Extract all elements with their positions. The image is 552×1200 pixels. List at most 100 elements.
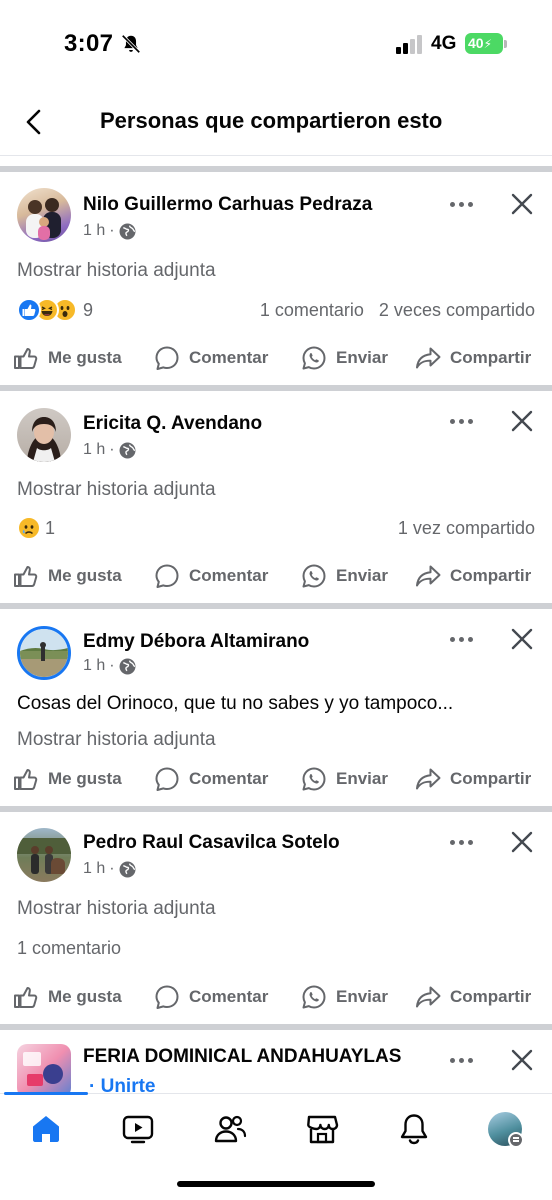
like-button[interactable]: Me gusta	[12, 558, 122, 594]
share-button[interactable]: Compartir	[414, 558, 531, 594]
like-label: Me gusta	[48, 348, 122, 367]
globe-icon	[119, 861, 136, 877]
send-button[interactable]: Enviar	[300, 761, 388, 797]
share-icon	[416, 986, 441, 1008]
send-button[interactable]: Enviar	[300, 979, 388, 1015]
active-tab-indicator	[4, 1092, 88, 1095]
battery-icon: 40⚡	[465, 33, 503, 54]
avatar[interactable]	[17, 828, 71, 882]
avatar[interactable]	[17, 408, 71, 462]
more-options-button[interactable]	[444, 411, 478, 431]
more-icon	[449, 839, 455, 845]
thumb-glyph	[22, 304, 36, 316]
comments-count[interactable]: 1 comentario	[260, 300, 364, 320]
shared-post-card: Pedro Raul Casavilca Sotelo 1 h · Mostra…	[0, 812, 552, 1024]
like-label: Me gusta	[48, 566, 122, 585]
more-icon-dot	[467, 201, 473, 207]
avatar[interactable]	[17, 626, 71, 680]
author-name[interactable]: Ericita Q. Avendano	[83, 413, 262, 435]
notifications-bell-icon[interactable]	[397, 1112, 431, 1146]
author-name[interactable]: Edmy Débora Altamirano	[83, 631, 309, 653]
close-icon[interactable]	[506, 188, 538, 220]
comment-icon	[155, 346, 179, 370]
author-name[interactable]: Nilo Guillermo Carhuas Pedraza	[83, 194, 372, 216]
action-bar: Me gusta Comentar Enviar Compartir	[0, 558, 552, 594]
reactions-summary[interactable]: 9	[17, 297, 93, 323]
close-icon[interactable]	[506, 1044, 538, 1076]
close-icon[interactable]	[506, 405, 538, 437]
post-time: 1 h	[83, 860, 106, 877]
show-attached-story-link[interactable]: Mostrar historia adjunta	[17, 898, 216, 920]
send-button[interactable]: Enviar	[300, 558, 388, 594]
show-attached-story-link[interactable]: Mostrar historia adjunta	[17, 260, 216, 282]
like-reaction-icon	[17, 298, 41, 322]
menu-lines	[513, 1137, 519, 1139]
more-icon	[449, 201, 455, 207]
share-button[interactable]: Compartir	[414, 761, 531, 797]
reaction-count: 9	[83, 299, 94, 320]
reactions-summary[interactable]: 1	[17, 515, 55, 541]
share-icon	[416, 768, 441, 790]
show-attached-story-link[interactable]: Mostrar historia adjunta	[17, 729, 216, 751]
comment-button[interactable]: Comentar	[153, 558, 268, 594]
comments-count[interactable]: 1 comentario	[17, 938, 121, 959]
more-icon	[449, 1057, 455, 1063]
shares-count[interactable]: 1 vez compartido	[398, 518, 535, 538]
share-label: Compartir	[450, 348, 532, 367]
home-icon[interactable]	[29, 1112, 63, 1146]
more-options-button[interactable]	[444, 1050, 478, 1070]
show-attached-story-link[interactable]: Mostrar historia adjunta	[17, 479, 216, 501]
status-time: 3:07	[64, 30, 114, 57]
like-button[interactable]: Me gusta	[12, 340, 122, 376]
send-label: Enviar	[336, 987, 388, 1006]
more-icon-dot	[458, 418, 464, 424]
back-button[interactable]	[16, 104, 52, 140]
post-meta: 1 h ·	[83, 657, 136, 675]
more-options-button[interactable]	[444, 832, 478, 852]
group-avatar[interactable]	[17, 1044, 71, 1093]
more-icon	[449, 636, 455, 642]
whatsapp-icon	[302, 564, 326, 588]
more-icon-dot	[467, 636, 473, 642]
like-button[interactable]: Me gusta	[12, 761, 122, 797]
post-meta: 1 h ·	[83, 222, 136, 240]
more-icon	[449, 418, 455, 424]
post-time: 1 h	[83, 441, 106, 458]
author-name[interactable]: Pedro Raul Casavilca Sotelo	[83, 832, 340, 854]
post-time: 1 h	[83, 222, 106, 239]
close-icon[interactable]	[506, 623, 538, 655]
reaction-count: 1	[45, 517, 56, 538]
shares-count[interactable]: 2 veces compartido	[379, 300, 535, 320]
avatar[interactable]	[17, 188, 71, 242]
avatar-photo	[26, 198, 61, 240]
share-label: Compartir	[450, 769, 532, 788]
like-label: Me gusta	[48, 769, 122, 788]
shared-post-card: FERIA DOMINICAL ANDAHUAYLAS · Unirte	[0, 1030, 552, 1093]
video-icon[interactable]	[121, 1112, 155, 1146]
bell-slash-icon	[121, 34, 141, 54]
more-options-button[interactable]	[444, 629, 478, 649]
group-name[interactable]: FERIA DOMINICAL ANDAHUAYLAS	[83, 1046, 401, 1068]
share-icon	[416, 565, 441, 587]
marketplace-icon[interactable]	[305, 1112, 339, 1146]
network-type: 4G	[431, 33, 457, 54]
like-button[interactable]: Me gusta	[12, 979, 122, 1015]
comment-button[interactable]: Comentar	[153, 340, 268, 376]
share-icon	[416, 347, 441, 369]
friends-icon[interactable]	[213, 1112, 247, 1146]
page-title: Personas que compartieron esto	[100, 108, 443, 133]
send-button[interactable]: Enviar	[300, 340, 388, 376]
more-icon-dot	[458, 636, 464, 642]
join-group-link[interactable]: · Unirte	[89, 1076, 156, 1093]
close-icon[interactable]	[506, 826, 538, 858]
comment-button[interactable]: Comentar	[153, 761, 268, 797]
share-button[interactable]: Compartir	[414, 340, 531, 376]
share-button[interactable]: Compartir	[414, 979, 531, 1015]
comment-icon	[155, 767, 179, 791]
more-options-button[interactable]	[444, 194, 478, 214]
status-bar: 3:07 4G 40⚡	[0, 0, 552, 88]
comment-button[interactable]: Comentar	[153, 979, 268, 1015]
profile-menu-button[interactable]	[488, 1112, 524, 1148]
meta-separator: ·	[109, 657, 115, 674]
post-stats: 1 vez compartido	[398, 518, 535, 539]
